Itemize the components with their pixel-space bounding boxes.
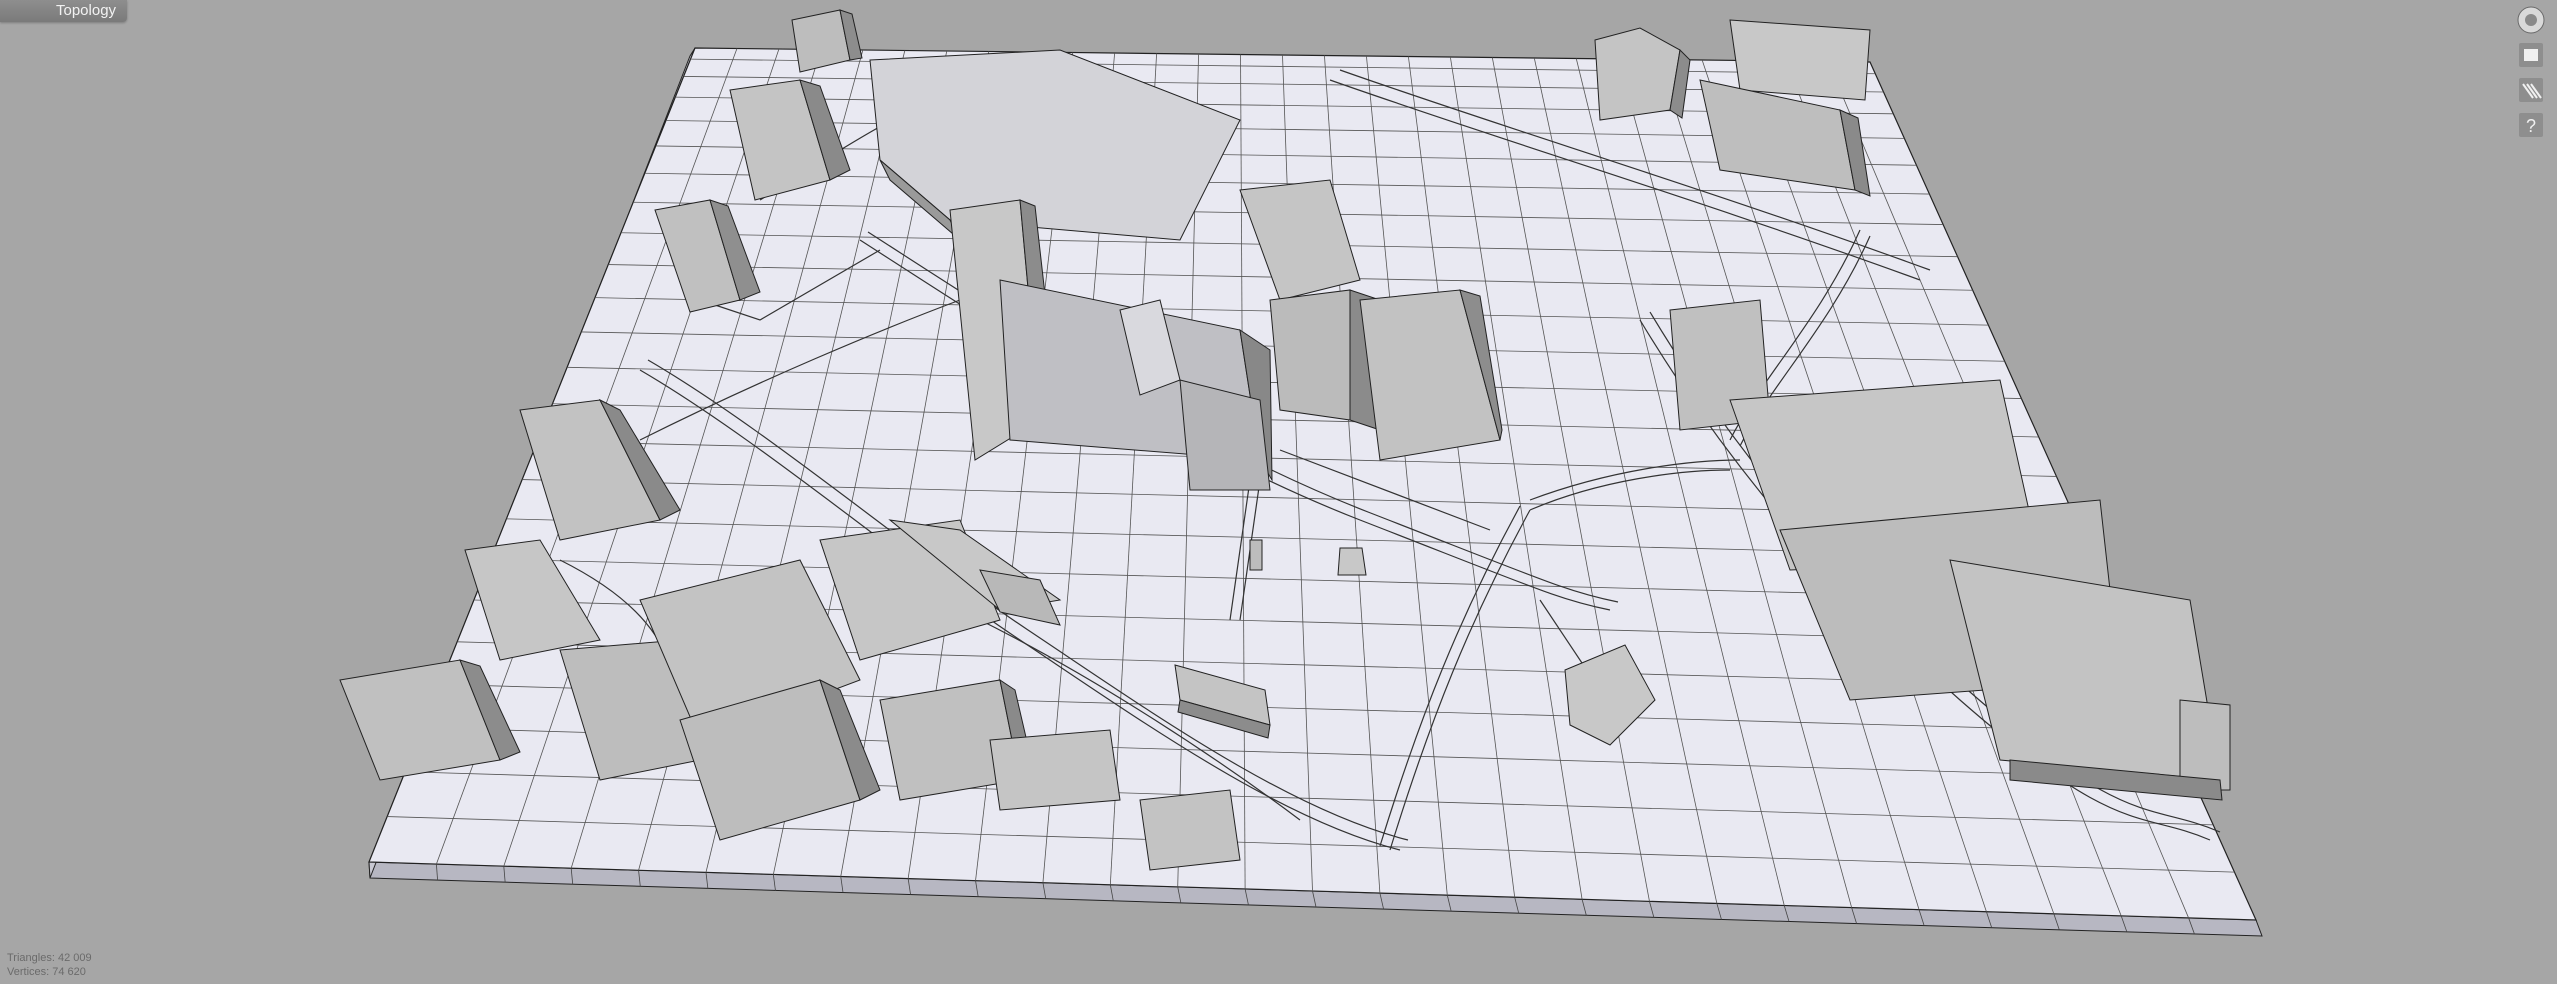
scene-stats: Triangles: 42 009 Vertices: 74 620: [7, 951, 92, 979]
navigation-cube-button[interactable]: [2516, 5, 2546, 35]
navigation-cube-icon: [2517, 6, 2545, 34]
viewport-title-tab: Topology: [0, 0, 127, 22]
triangles-count: Triangles: 42 009: [7, 952, 92, 964]
help-icon: ?: [2519, 113, 2543, 137]
display-mode-icon: [2519, 43, 2543, 67]
help-button[interactable]: ?: [2516, 110, 2546, 140]
display-mode-button[interactable]: [2516, 40, 2546, 70]
3d-viewport[interactable]: [0, 0, 2557, 984]
viewport-title: Topology: [56, 2, 117, 19]
help-glyph: ?: [2526, 116, 2536, 136]
vertices-count: Vertices: 74 620: [7, 966, 86, 978]
hatch-pattern-icon: [2519, 78, 2543, 102]
hatch-pattern-button[interactable]: [2516, 75, 2546, 105]
